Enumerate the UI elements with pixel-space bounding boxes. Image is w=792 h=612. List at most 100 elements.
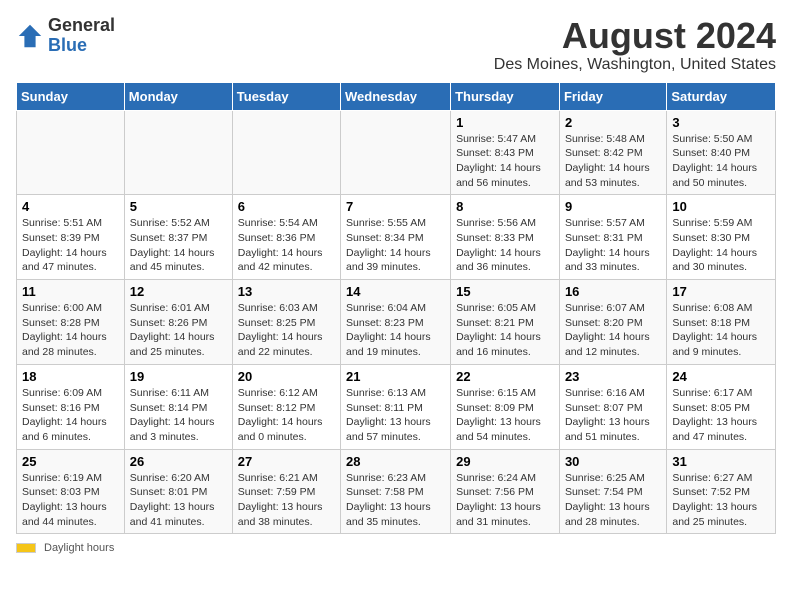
logo-blue-text: Blue — [48, 36, 115, 56]
day-detail: Sunrise: 6:24 AM Sunset: 7:56 PM Dayligh… — [456, 471, 554, 530]
calendar-cell: 26 Sunrise: 6:20 AM Sunset: 8:01 PM Dayli… — [124, 449, 232, 534]
day-number: 18 — [22, 369, 119, 384]
day-detail: Sunrise: 6:01 AM Sunset: 8:26 PM Dayligh… — [130, 301, 227, 360]
day-detail: Sunrise: 6:12 AM Sunset: 8:12 PM Dayligh… — [238, 386, 335, 445]
calendar-cell: 10 Sunrise: 5:59 AM Sunset: 8:30 PM Dayli… — [667, 195, 776, 280]
day-number: 4 — [22, 199, 119, 214]
calendar-cell: 11Sunrise: 6:00 AM Sunset: 8:28 PM Dayli… — [17, 280, 125, 365]
daylight-label: Daylight hours — [44, 542, 114, 554]
calendar-cell: 28 Sunrise: 6:23 AM Sunset: 7:58 PM Dayli… — [341, 449, 451, 534]
day-number: 22 — [456, 369, 554, 384]
calendar-cell: 15 Sunrise: 6:05 AM Sunset: 8:21 PM Dayli… — [451, 280, 560, 365]
day-number: 17 — [672, 284, 770, 299]
calendar-title: August 2024 — [494, 16, 776, 56]
weekday-header-saturday: Saturday — [667, 82, 776, 110]
day-number: 1 — [456, 115, 554, 130]
day-detail: Sunrise: 6:15 AM Sunset: 8:09 PM Dayligh… — [456, 386, 554, 445]
day-number: 10 — [672, 199, 770, 214]
calendar-header: SundayMondayTuesdayWednesdayThursdayFrid… — [17, 82, 776, 110]
day-detail: Sunrise: 6:19 AM Sunset: 8:03 PM Dayligh… — [22, 471, 119, 530]
day-number: 24 — [672, 369, 770, 384]
calendar-cell: 2 Sunrise: 5:48 AM Sunset: 8:42 PM Daylig… — [559, 110, 666, 195]
day-number: 7 — [346, 199, 445, 214]
day-number: 3 — [672, 115, 770, 130]
day-number: 14 — [346, 284, 445, 299]
title-block: August 2024 Des Moines, Washington, Unit… — [494, 16, 776, 74]
day-number: 21 — [346, 369, 445, 384]
calendar-cell — [17, 110, 125, 195]
calendar-cell: 4Sunrise: 5:51 AM Sunset: 8:39 PM Daylig… — [17, 195, 125, 280]
day-detail: Sunrise: 5:55 AM Sunset: 8:34 PM Dayligh… — [346, 216, 445, 275]
weekday-header-tuesday: Tuesday — [232, 82, 340, 110]
calendar-cell: 5 Sunrise: 5:52 AM Sunset: 8:37 PM Daylig… — [124, 195, 232, 280]
calendar-cell — [124, 110, 232, 195]
day-detail: Sunrise: 6:13 AM Sunset: 8:11 PM Dayligh… — [346, 386, 445, 445]
calendar-cell: 1Sunrise: 5:47 AM Sunset: 8:43 PM Daylig… — [451, 110, 560, 195]
calendar-cell: 8Sunrise: 5:56 AM Sunset: 8:33 PM Daylig… — [451, 195, 560, 280]
calendar-cell: 20 Sunrise: 6:12 AM Sunset: 8:12 PM Dayli… — [232, 364, 340, 449]
day-detail: Sunrise: 5:57 AM Sunset: 8:31 PM Dayligh… — [565, 216, 661, 275]
day-number: 20 — [238, 369, 335, 384]
calendar-cell: 6 Sunrise: 5:54 AM Sunset: 8:36 PM Daylig… — [232, 195, 340, 280]
calendar-cell — [232, 110, 340, 195]
day-detail: Sunrise: 6:03 AM Sunset: 8:25 PM Dayligh… — [238, 301, 335, 360]
calendar-cell: 18 Sunrise: 6:09 AM Sunset: 8:16 PM Dayli… — [17, 364, 125, 449]
logo: General Blue — [16, 16, 115, 56]
day-detail: Sunrise: 5:56 AM Sunset: 8:33 PM Dayligh… — [456, 216, 554, 275]
day-detail: Sunrise: 5:54 AM Sunset: 8:36 PM Dayligh… — [238, 216, 335, 275]
day-detail: Sunrise: 5:50 AM Sunset: 8:40 PM Dayligh… — [672, 132, 770, 191]
day-number: 27 — [238, 454, 335, 469]
calendar-cell: 24 Sunrise: 6:17 AM Sunset: 8:05 PM Dayli… — [667, 364, 776, 449]
day-number: 26 — [130, 454, 227, 469]
day-detail: Sunrise: 6:27 AM Sunset: 7:52 PM Dayligh… — [672, 471, 770, 530]
day-number: 5 — [130, 199, 227, 214]
calendar-cell: 27 Sunrise: 6:21 AM Sunset: 7:59 PM Dayli… — [232, 449, 340, 534]
calendar-cell: 22 Sunrise: 6:15 AM Sunset: 8:09 PM Dayli… — [451, 364, 560, 449]
day-number: 30 — [565, 454, 661, 469]
calendar-cell: 25Sunrise: 6:19 AM Sunset: 8:03 PM Dayli… — [17, 449, 125, 534]
calendar-subtitle: Des Moines, Washington, United States — [494, 56, 776, 74]
calendar-cell: 13Sunrise: 6:03 AM Sunset: 8:25 PM Dayli… — [232, 280, 340, 365]
page-header: General Blue August 2024 Des Moines, Was… — [16, 16, 776, 74]
day-number: 28 — [346, 454, 445, 469]
weekday-header-monday: Monday — [124, 82, 232, 110]
day-detail: Sunrise: 6:04 AM Sunset: 8:23 PM Dayligh… — [346, 301, 445, 360]
day-number: 31 — [672, 454, 770, 469]
day-detail: Sunrise: 6:16 AM Sunset: 8:07 PM Dayligh… — [565, 386, 661, 445]
weekday-header-friday: Friday — [559, 82, 666, 110]
day-detail: Sunrise: 6:20 AM Sunset: 8:01 PM Dayligh… — [130, 471, 227, 530]
day-number: 2 — [565, 115, 661, 130]
weekday-header-thursday: Thursday — [451, 82, 560, 110]
day-detail: Sunrise: 6:09 AM Sunset: 8:16 PM Dayligh… — [22, 386, 119, 445]
day-detail: Sunrise: 6:17 AM Sunset: 8:05 PM Dayligh… — [672, 386, 770, 445]
day-number: 6 — [238, 199, 335, 214]
calendar-cell: 16Sunrise: 6:07 AM Sunset: 8:20 PM Dayli… — [559, 280, 666, 365]
day-detail: Sunrise: 6:05 AM Sunset: 8:21 PM Dayligh… — [456, 301, 554, 360]
calendar-cell: 30Sunrise: 6:25 AM Sunset: 7:54 PM Dayli… — [559, 449, 666, 534]
day-detail: Sunrise: 6:23 AM Sunset: 7:58 PM Dayligh… — [346, 471, 445, 530]
day-detail: Sunrise: 6:21 AM Sunset: 7:59 PM Dayligh… — [238, 471, 335, 530]
calendar-cell: 17 Sunrise: 6:08 AM Sunset: 8:18 PM Dayli… — [667, 280, 776, 365]
day-number: 19 — [130, 369, 227, 384]
day-detail: Sunrise: 6:08 AM Sunset: 8:18 PM Dayligh… — [672, 301, 770, 360]
calendar-cell: 31 Sunrise: 6:27 AM Sunset: 7:52 PM Dayli… — [667, 449, 776, 534]
day-number: 29 — [456, 454, 554, 469]
calendar-cell: 14 Sunrise: 6:04 AM Sunset: 8:23 PM Dayli… — [341, 280, 451, 365]
day-number: 12 — [130, 284, 227, 299]
weekday-header-sunday: Sunday — [17, 82, 125, 110]
logo-general-text: General — [48, 16, 115, 36]
calendar-cell: 23Sunrise: 6:16 AM Sunset: 8:07 PM Dayli… — [559, 364, 666, 449]
calendar-cell: 3 Sunrise: 5:50 AM Sunset: 8:40 PM Daylig… — [667, 110, 776, 195]
day-number: 15 — [456, 284, 554, 299]
weekday-header-wednesday: Wednesday — [341, 82, 451, 110]
calendar-cell: 21 Sunrise: 6:13 AM Sunset: 8:11 PM Dayli… — [341, 364, 451, 449]
day-detail: Sunrise: 5:48 AM Sunset: 8:42 PM Dayligh… — [565, 132, 661, 191]
calendar-cell: 19 Sunrise: 6:11 AM Sunset: 8:14 PM Dayli… — [124, 364, 232, 449]
logo-icon — [16, 22, 44, 50]
day-number: 9 — [565, 199, 661, 214]
day-number: 16 — [565, 284, 661, 299]
day-detail: Sunrise: 5:52 AM Sunset: 8:37 PM Dayligh… — [130, 216, 227, 275]
day-detail: Sunrise: 6:11 AM Sunset: 8:14 PM Dayligh… — [130, 386, 227, 445]
calendar-cell: 7 Sunrise: 5:55 AM Sunset: 8:34 PM Daylig… — [341, 195, 451, 280]
day-detail: Sunrise: 5:59 AM Sunset: 8:30 PM Dayligh… — [672, 216, 770, 275]
